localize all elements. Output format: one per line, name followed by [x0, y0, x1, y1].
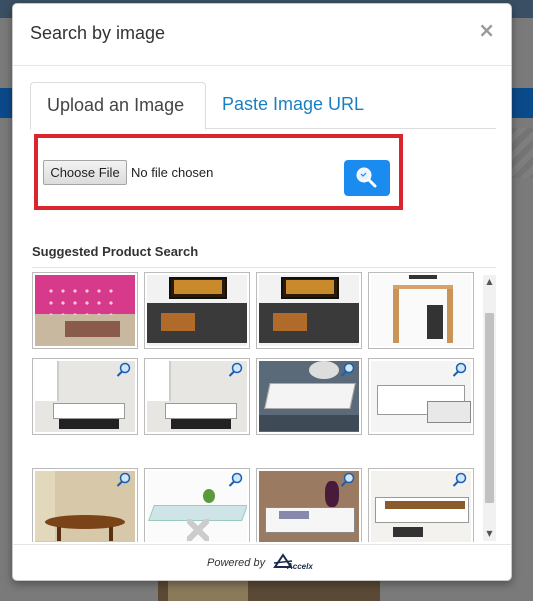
product-thumbnail[interactable] [368, 468, 474, 542]
tab-upload-image[interactable]: Upload an Image [30, 82, 206, 130]
powered-by-text: Powered by [207, 557, 266, 569]
product-thumbnail[interactable] [144, 272, 250, 349]
white-coffee-table-living-room-image [35, 361, 135, 432]
tv-stand-image [147, 275, 247, 346]
scrollbar-thumb[interactable] [485, 313, 494, 503]
white-coffee-table-vase-image [259, 471, 359, 542]
product-thumbnail[interactable] [368, 358, 474, 435]
product-thumbnail[interactable] [32, 358, 138, 435]
modal-header: Search by image × [13, 4, 511, 66]
white-tv-cabinet-image [371, 471, 471, 542]
product-thumbnail[interactable] [256, 358, 362, 435]
background-product-image-detail [168, 578, 248, 601]
magnify-icon[interactable] [228, 472, 244, 488]
choose-file-button[interactable]: Choose File [43, 160, 127, 185]
search-by-image-modal: Search by image × Upload an Image Paste … [12, 3, 512, 581]
accelx-logo: Accelx [273, 553, 317, 575]
suggested-products-title: Suggested Product Search [32, 244, 199, 259]
logo-text: Accelx [287, 562, 313, 571]
upload-highlight-box: Choose File No file chosen [34, 134, 403, 210]
oval-wood-coffee-table-image [35, 471, 135, 542]
image-search-button[interactable] [344, 160, 390, 196]
magnify-icon[interactable] [116, 472, 132, 488]
product-thumbnail[interactable] [32, 272, 138, 349]
tv-stand-image [259, 275, 359, 346]
tab-paste-image-url[interactable]: Paste Image URL [222, 82, 380, 129]
bed-room-image [35, 275, 135, 346]
magnify-icon[interactable] [228, 362, 244, 378]
modal-title: Search by image [30, 23, 166, 43]
product-thumbnail[interactable] [256, 272, 362, 349]
product-thumbnail[interactable] [32, 468, 138, 542]
white-drawer-coffee-table-image [371, 361, 471, 432]
white-coffee-table-rug-image [259, 361, 359, 432]
file-status-text: No file chosen [131, 165, 214, 180]
white-coffee-table-living-room-image [147, 361, 247, 432]
magnify-icon[interactable] [452, 472, 468, 488]
scroll-down-arrow-icon[interactable]: ▼ [483, 527, 496, 541]
product-thumbnail[interactable] [144, 468, 250, 542]
suggested-product-gallery [32, 272, 497, 542]
magnify-icon[interactable] [340, 362, 356, 378]
divider [13, 544, 511, 545]
magnify-icon[interactable] [452, 362, 468, 378]
magnify-icon[interactable] [340, 472, 356, 488]
product-thumbnail[interactable] [144, 358, 250, 435]
product-thumbnail[interactable] [368, 272, 474, 349]
upload-tabs: Upload an Image Paste Image URL [30, 82, 496, 130]
divider [32, 267, 496, 268]
gallery-scrollbar[interactable]: ▲ ▼ [483, 275, 496, 541]
computer-desk-image [371, 275, 471, 346]
scroll-up-arrow-icon[interactable]: ▲ [483, 275, 496, 289]
close-button[interactable]: × [478, 20, 495, 40]
glass-coffee-table-image [147, 471, 247, 542]
magnify-icon[interactable] [116, 362, 132, 378]
search-image-icon [356, 167, 377, 188]
product-thumbnail[interactable] [256, 468, 362, 542]
